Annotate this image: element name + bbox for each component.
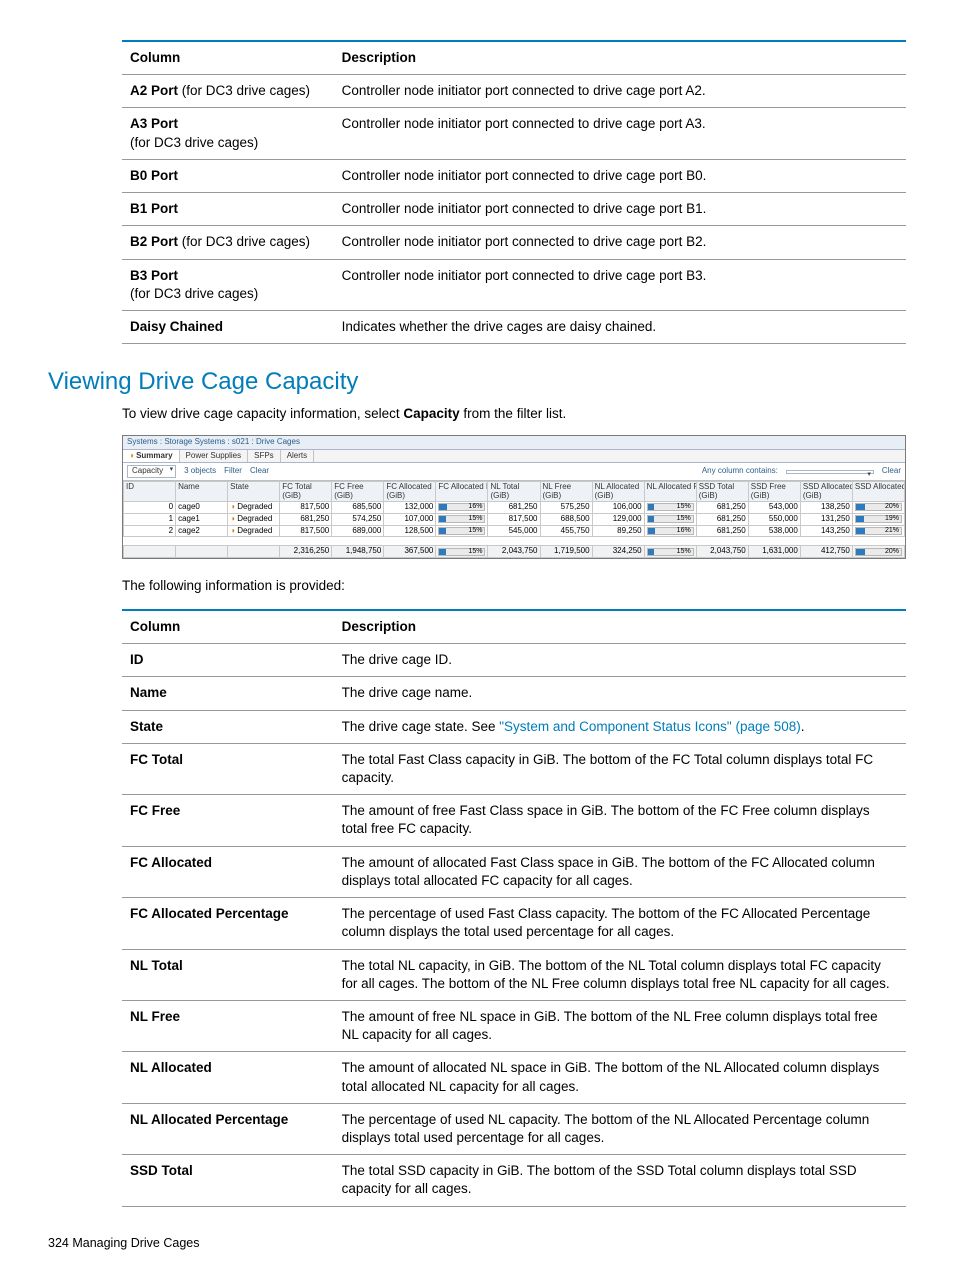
capacity-grid: IDNameStateFC Total (GiB)FC Free (GiB)FC… bbox=[123, 481, 905, 558]
table-row[interactable]: 2cage2◑ Degraded817,500689,000128,50015%… bbox=[124, 525, 905, 537]
table-cell: Controller node initiator port connected… bbox=[334, 108, 906, 159]
table-cell: NL Total bbox=[122, 949, 334, 1000]
table-cell: B3 Port(for DC3 drive cages) bbox=[122, 259, 334, 310]
table-cell: The total SSD capacity in GiB. The botto… bbox=[334, 1155, 906, 1206]
desc-header-description: Description bbox=[334, 610, 906, 644]
column-header[interactable]: NL Free (GiB) bbox=[540, 482, 592, 502]
table-cell: SSD Total bbox=[122, 1155, 334, 1206]
table-cell: Controller node initiator port connected… bbox=[334, 226, 906, 259]
tab-bar: ◑ SummaryPower SuppliesSFPsAlerts bbox=[123, 450, 905, 464]
column-header[interactable]: Name bbox=[176, 482, 228, 502]
table-row[interactable]: 0cage0◑ Degraded817,500685,500132,00016%… bbox=[124, 501, 905, 513]
table-cell: The amount of allocated Fast Class space… bbox=[334, 846, 906, 897]
table-cell: The amount of free Fast Class space in G… bbox=[334, 795, 906, 846]
table-cell: The percentage of used NL capacity. The … bbox=[334, 1103, 906, 1154]
table-cell: Controller node initiator port connected… bbox=[334, 193, 906, 226]
table-cell: FC Allocated Percentage bbox=[122, 898, 334, 949]
filter-link[interactable]: Filter bbox=[224, 467, 242, 476]
any-column-input[interactable] bbox=[786, 470, 874, 474]
percentage-bar: 15% bbox=[647, 548, 694, 556]
table-cell: A2 Port (for DC3 drive cages) bbox=[122, 75, 334, 108]
table-cell: The total Fast Class capacity in GiB. Th… bbox=[334, 743, 906, 794]
table-cell: The drive cage ID. bbox=[334, 644, 906, 677]
ports-header-description: Description bbox=[334, 41, 906, 75]
table-cell: Controller node initiator port connected… bbox=[334, 159, 906, 192]
section-heading: Viewing Drive Cage Capacity bbox=[48, 366, 906, 398]
percentage-bar: 15% bbox=[438, 515, 485, 523]
percentage-bar: 15% bbox=[438, 548, 485, 556]
tab-sfps[interactable]: SFPs bbox=[248, 450, 281, 463]
column-header[interactable]: ID bbox=[124, 482, 176, 502]
desc-header-column: Column bbox=[122, 610, 334, 644]
column-header[interactable]: NL Allocated (GiB) bbox=[592, 482, 644, 502]
clear-link[interactable]: Clear bbox=[250, 467, 269, 476]
table-cell: FC Allocated bbox=[122, 846, 334, 897]
table-cell: Controller node initiator port connected… bbox=[334, 259, 906, 310]
clear-right-link[interactable]: Clear bbox=[882, 467, 901, 476]
object-count: 3 objects bbox=[184, 467, 216, 476]
percentage-bar: 15% bbox=[438, 527, 485, 535]
column-header[interactable]: NL Allocated Percentage bbox=[644, 482, 696, 502]
table-cell: B2 Port (for DC3 drive cages) bbox=[122, 226, 334, 259]
table-cell: State bbox=[122, 710, 334, 743]
capacity-screenshot: Systems : Storage Systems : s021 : Drive… bbox=[122, 435, 906, 559]
table-cell: The amount of free NL space in GiB. The … bbox=[334, 1000, 906, 1051]
percentage-bar: 16% bbox=[647, 527, 694, 535]
table-cell: The percentage of used Fast Class capaci… bbox=[334, 898, 906, 949]
table-cell: The total NL capacity, in GiB. The botto… bbox=[334, 949, 906, 1000]
totals-row: 2,316,2501,948,750367,50015%2,043,7501,7… bbox=[124, 546, 905, 558]
table-cell: Daisy Chained bbox=[122, 310, 334, 343]
percentage-bar: 20% bbox=[855, 503, 902, 511]
column-header[interactable]: FC Allocated Percentage bbox=[436, 482, 488, 502]
percentage-bar: 21% bbox=[855, 527, 902, 535]
breadcrumb: Systems : Storage Systems : s021 : Drive… bbox=[123, 436, 905, 450]
tab-summary[interactable]: ◑ Summary bbox=[123, 450, 180, 463]
percentage-bar: 19% bbox=[855, 515, 902, 523]
table-row[interactable]: 1cage1◑ Degraded681,250574,250107,00015%… bbox=[124, 513, 905, 525]
table-cell: B0 Port bbox=[122, 159, 334, 192]
percentage-bar: 16% bbox=[438, 503, 485, 511]
percentage-bar: 20% bbox=[855, 548, 902, 556]
table-cell: B1 Port bbox=[122, 193, 334, 226]
table-cell: FC Free bbox=[122, 795, 334, 846]
table-cell: ID bbox=[122, 644, 334, 677]
table-cell: Name bbox=[122, 677, 334, 710]
filter-dropdown[interactable]: Capacity bbox=[127, 465, 176, 478]
column-header[interactable]: FC Allocated (GiB) bbox=[384, 482, 436, 502]
tab-power-supplies[interactable]: Power Supplies bbox=[180, 450, 249, 463]
table-cell: Indicates whether the drive cages are da… bbox=[334, 310, 906, 343]
ports-header-column: Column bbox=[122, 41, 334, 75]
table-cell: The drive cage state. See "System and Co… bbox=[334, 710, 906, 743]
tab-alerts[interactable]: Alerts bbox=[281, 450, 314, 463]
column-header[interactable]: FC Total (GiB) bbox=[280, 482, 332, 502]
column-header[interactable]: SSD Allocated Percentage bbox=[852, 482, 904, 502]
info-line: The following information is provided: bbox=[122, 577, 906, 595]
column-header[interactable]: SSD Allocated (GiB) bbox=[800, 482, 852, 502]
table-cell: A3 Port(for DC3 drive cages) bbox=[122, 108, 334, 159]
column-header[interactable]: FC Free (GiB) bbox=[332, 482, 384, 502]
column-header[interactable]: SSD Free (GiB) bbox=[748, 482, 800, 502]
table-cell: NL Allocated bbox=[122, 1052, 334, 1103]
ports-table: Column Description A2 Port (for DC3 driv… bbox=[122, 40, 906, 344]
table-cell: The amount of allocated NL space in GiB.… bbox=[334, 1052, 906, 1103]
any-column-label: Any column contains: bbox=[702, 467, 778, 476]
column-header[interactable]: NL Total (GiB) bbox=[488, 482, 540, 502]
column-header[interactable]: State bbox=[228, 482, 280, 502]
percentage-bar: 15% bbox=[647, 503, 694, 511]
table-cell: The drive cage name. bbox=[334, 677, 906, 710]
percentage-bar: 15% bbox=[647, 515, 694, 523]
table-cell: Controller node initiator port connected… bbox=[334, 75, 906, 108]
toolbar: Capacity 3 objects Filter Clear Any colu… bbox=[123, 463, 905, 481]
description-table: Column Description IDThe drive cage ID.N… bbox=[122, 609, 906, 1207]
table-cell: NL Free bbox=[122, 1000, 334, 1051]
intro-text: To view drive cage capacity information,… bbox=[122, 405, 906, 423]
table-cell: FC Total bbox=[122, 743, 334, 794]
page-footer: 324 Managing Drive Cages bbox=[48, 1235, 906, 1252]
table-cell: NL Allocated Percentage bbox=[122, 1103, 334, 1154]
column-header[interactable]: SSD Total (GiB) bbox=[696, 482, 748, 502]
